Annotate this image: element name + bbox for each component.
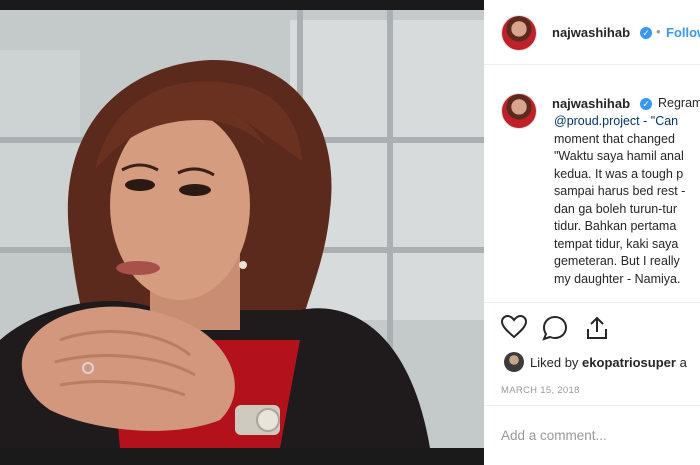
share-icon[interactable] [584,315,610,341]
caption-text: @proud.project - "Can moment that change… [554,113,700,288]
caption-line: moment that changed [554,131,675,146]
author-avatar[interactable] [501,15,537,51]
photo-illustration [0,10,484,448]
separator-dot: • [656,24,661,39]
caption-line: sampai harus bed rest - [554,184,686,198]
caption-line: kedua. It was a tough p [554,166,684,181]
caption-line: tempat tidur, kaki saya [554,236,679,251]
comment-icon[interactable] [542,315,568,341]
comment-input[interactable]: Add a comment... [501,428,607,443]
post-actions: Liked by ekopatriosuper a MARCH 15, 2018 [484,302,700,413]
heart-icon[interactable] [501,315,527,339]
caption-line[interactable]: @proud.project - "Can [554,113,700,131]
caption-line: tidur. Bahkan pertama [554,219,677,233]
caption-verified-badge-icon: ✓ [640,98,652,110]
caption-line: my daughter - Namiya. [554,271,681,286]
caption-username[interactable]: najwashihab [552,96,630,111]
follow-button[interactable]: Follow [666,25,700,40]
caption-avatar[interactable] [501,93,537,129]
post-header: najwashihab ✓ • Follow [484,0,700,65]
liked-suffix: a [675,355,687,370]
caption-line: "Waktu saya hamil anal [554,149,684,163]
regram-label: Regram [658,96,700,110]
caption-line: gemeteran. But I really [554,254,680,268]
verified-badge-icon: ✓ [640,27,652,39]
post-side-panel: najwashihab ✓ • Follow najwashihab ✓ Reg… [484,0,700,465]
post-date: MARCH 15, 2018 [501,385,580,396]
liker-username[interactable]: ekopatriosuper [582,355,676,370]
liked-by-text: Liked by ekopatriosuper a [530,355,687,370]
header-username[interactable]: najwashihab [552,25,630,40]
liked-prefix: Liked by [530,355,583,370]
post-photo[interactable] [0,10,484,448]
comment-box[interactable]: Add a comment... [484,405,700,465]
caption-line: dan ga boleh turun-tur [554,201,678,216]
liker-avatar[interactable] [504,352,524,372]
